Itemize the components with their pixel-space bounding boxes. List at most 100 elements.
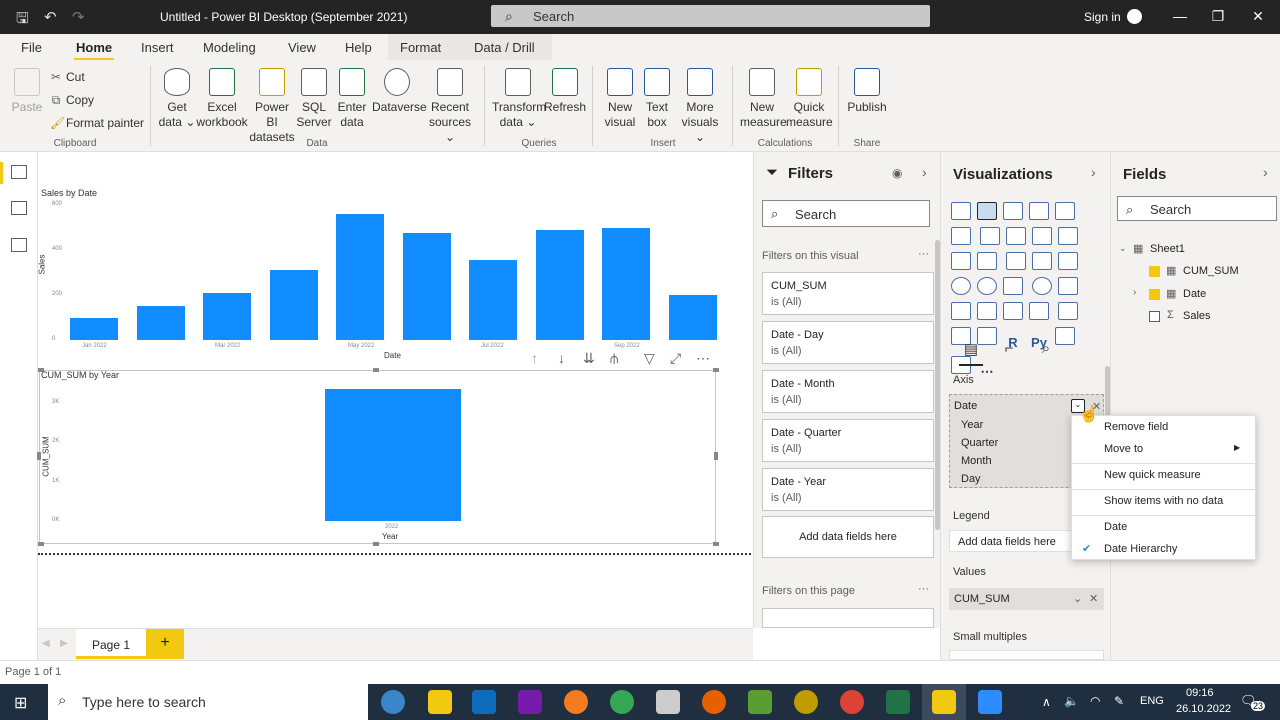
- bar[interactable]: [203, 292, 251, 340]
- undo-icon[interactable]: ↶: [44, 8, 57, 26]
- bar[interactable]: [70, 317, 118, 340]
- save-icon[interactable]: 🖫: [16, 8, 29, 33]
- page-filters-drop-zone[interactable]: [762, 608, 934, 628]
- page-tab-1[interactable]: Page 1: [76, 629, 146, 659]
- axis-field-name[interactable]: Date: [954, 400, 977, 412]
- restore-icon[interactable]: ❐: [1208, 8, 1228, 25]
- windows-start-icon[interactable]: ⊞: [14, 693, 27, 713]
- 100-stacked-bar-chart-icon[interactable]: [1055, 202, 1075, 220]
- bar[interactable]: [469, 260, 517, 340]
- menu-item-new-quick-measure[interactable]: New quick measure: [1104, 469, 1201, 481]
- quick-measure-button[interactable]: Quick measure: [786, 68, 833, 130]
- filters-search-input[interactable]: ⌕ Search: [762, 200, 930, 227]
- filter-card[interactable]: Date - Month is (All): [762, 370, 934, 413]
- cut-button[interactable]: ✂ Cut: [50, 70, 85, 84]
- publish-button[interactable]: Publish: [846, 68, 888, 115]
- 100-stacked-column-chart-icon[interactable]: [951, 227, 971, 245]
- bar[interactable]: [136, 306, 185, 340]
- waterfall-chart-icon[interactable]: [1006, 252, 1027, 270]
- refresh-button[interactable]: Refresh: [544, 68, 586, 115]
- clustered-bar-chart-icon[interactable]: [1003, 202, 1023, 220]
- field-checkbox[interactable]: [1149, 266, 1160, 277]
- excel-app-icon[interactable]: [886, 690, 910, 714]
- slicer-icon[interactable]: [1058, 302, 1079, 320]
- treemap-icon[interactable]: [1003, 277, 1023, 295]
- bar[interactable]: [325, 388, 461, 521]
- bar[interactable]: [336, 214, 384, 340]
- report-view-icon[interactable]: [11, 165, 27, 179]
- hierarchy-level[interactable]: Quarter: [961, 437, 998, 449]
- outlook-icon[interactable]: [472, 690, 496, 714]
- tab-format[interactable]: Format: [400, 40, 441, 55]
- funnel-chart-icon[interactable]: [1032, 252, 1053, 270]
- tab-home[interactable]: Home: [73, 40, 115, 61]
- more-options-icon[interactable]: ···: [918, 248, 929, 260]
- resize-handle[interactable]: [373, 542, 379, 546]
- line-and-column-chart-icon[interactable]: [1058, 227, 1079, 245]
- edge-icon[interactable]: [381, 690, 405, 714]
- menu-item-move-to[interactable]: Move to: [1104, 443, 1143, 455]
- recent-sources-button[interactable]: Recent sources ⌄: [424, 68, 476, 145]
- filter-card[interactable]: Date - Year is (All): [762, 468, 934, 511]
- format-tab-icon[interactable]: ⌐: [998, 340, 1020, 360]
- filter-card[interactable]: CUM_SUM is (All): [762, 272, 934, 315]
- hierarchy-level[interactable]: Month: [961, 455, 992, 467]
- minimize-icon[interactable]: —: [1170, 8, 1190, 24]
- multi-row-card-icon[interactable]: [1003, 302, 1023, 320]
- data-view-icon[interactable]: [11, 201, 27, 215]
- chrome-icon[interactable]: [610, 690, 634, 714]
- resize-handle[interactable]: [714, 452, 718, 460]
- bar[interactable]: [269, 270, 318, 340]
- more-options-icon[interactable]: ···: [918, 583, 929, 595]
- clock-date[interactable]: 26.10.2022: [1176, 703, 1231, 715]
- chevron-down-icon[interactable]: ⌄: [1119, 243, 1127, 254]
- fields-tab-icon[interactable]: ▤: [960, 340, 982, 360]
- expand-hierarchy-icon[interactable]: ⫛: [610, 350, 618, 367]
- filter-card[interactable]: Date - Quarter is (All): [762, 419, 934, 462]
- chevron-up-icon[interactable]: ∧: [1042, 695, 1051, 709]
- remove-field-icon[interactable]: ✕: [1089, 592, 1098, 605]
- stacked-bar-chart-icon[interactable]: [951, 202, 971, 220]
- focus-mode-icon[interactable]: ⤢: [670, 350, 681, 367]
- excel-workbook-button[interactable]: Excel workbook: [196, 68, 248, 130]
- sign-in-link[interactable]: Sign in: [1084, 10, 1121, 24]
- pie-chart-icon[interactable]: [951, 277, 971, 295]
- collapse-pane-icon[interactable]: ›: [1091, 164, 1096, 180]
- firefox-icon[interactable]: [702, 690, 726, 714]
- line-chart-icon[interactable]: [980, 227, 1001, 245]
- taskbar-search-box[interactable]: ⌕ Type here to search: [48, 684, 368, 720]
- report-canvas[interactable]: Sales by Date 0 200 400 600 Jan 2022 Mar 2022…: [37, 152, 753, 628]
- model-view-icon[interactable]: [11, 238, 27, 252]
- field-name[interactable]: CUM_SUM: [1183, 265, 1239, 277]
- enter-data-button[interactable]: Enter data: [334, 68, 370, 130]
- map-icon[interactable]: [1032, 277, 1053, 295]
- key-influencers-icon[interactable]: [1055, 327, 1075, 345]
- field-checkbox[interactable]: [1149, 311, 1160, 322]
- stacked-area-chart-icon[interactable]: [1032, 227, 1053, 245]
- bar[interactable]: [535, 229, 584, 340]
- analytics-tab-icon[interactable]: ⌕: [1035, 340, 1057, 360]
- chevron-down-icon[interactable]: ⌄: [1073, 592, 1082, 605]
- bar[interactable]: [602, 227, 650, 340]
- stacked-column-chart-icon[interactable]: [977, 202, 997, 220]
- utility-app-icon[interactable]: [794, 690, 818, 714]
- hierarchy-level[interactable]: Day: [961, 473, 981, 485]
- area-chart-icon[interactable]: [1006, 227, 1027, 245]
- clustered-column-chart-icon[interactable]: [1029, 202, 1049, 220]
- field-name[interactable]: Date: [1183, 288, 1206, 300]
- bar[interactable]: [668, 295, 717, 340]
- hierarchy-level[interactable]: Year: [961, 419, 983, 431]
- new-measure-button[interactable]: New measure: [740, 68, 787, 130]
- bar[interactable]: [402, 233, 451, 340]
- menu-item-show-items-no-data[interactable]: Show items with no data: [1104, 495, 1223, 507]
- transform-data-button[interactable]: Transform data ⌄: [492, 68, 546, 130]
- card-icon[interactable]: [977, 302, 997, 320]
- donut-chart-icon[interactable]: [977, 277, 997, 295]
- fields-search-input[interactable]: ⌕ Search: [1117, 196, 1277, 221]
- resize-handle[interactable]: [713, 542, 719, 546]
- chevron-right-icon[interactable]: ›: [1133, 287, 1136, 298]
- jupyter-icon[interactable]: [564, 690, 588, 714]
- sql-server-button[interactable]: SQL Server: [296, 68, 332, 130]
- power-bi-app-icon[interactable]: [932, 690, 956, 714]
- gauge-icon[interactable]: [951, 302, 971, 320]
